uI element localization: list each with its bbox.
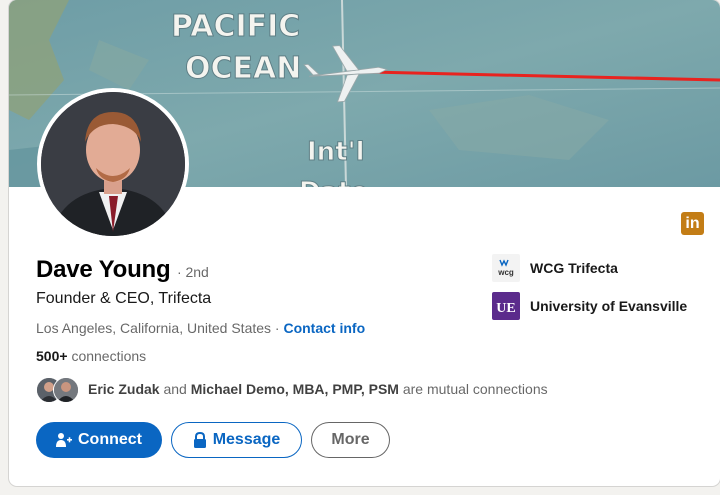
lock-icon <box>193 432 207 448</box>
mutual-suffix: are mutual connections <box>402 381 548 397</box>
more-label: More <box>331 431 370 448</box>
mutual-avatar-2 <box>53 377 79 403</box>
location-line: Los Angeles, California, United States ·… <box>36 320 365 336</box>
profile-photo-image <box>41 92 185 236</box>
banner-dateline-text-2: Date <box>299 177 368 187</box>
mutual-connections[interactable]: Eric Zudak and Michael Demo, MBA, PMP, P… <box>36 376 548 403</box>
org-item-ue[interactable]: UE University of Evansville <box>492 291 687 321</box>
mutual-person-2: Michael Demo, MBA, PMP, PSM <box>190 381 399 397</box>
svg-text:UE: UE <box>496 301 515 316</box>
profile-actions: Connect Message More <box>36 422 390 458</box>
org-name-wcg: WCG Trifecta <box>530 260 618 276</box>
org-name-ue: University of Evansville <box>530 298 688 314</box>
contact-info-link[interactable]: Contact info <box>283 320 365 336</box>
connection-degree: · 2nd <box>176 264 209 280</box>
name-row: Dave Young · 2nd <box>36 256 209 284</box>
mutual-person-1: Eric Zudak <box>88 381 160 397</box>
mutual-avatars <box>36 376 80 403</box>
org-item-wcg[interactable]: wcg WCG Trifecta <box>492 253 687 283</box>
connections-label: connections <box>71 348 147 364</box>
organizations-list: wcg WCG Trifecta UE University of Evansv… <box>492 253 687 329</box>
profile-photo[interactable] <box>37 88 189 240</box>
wcg-logo: wcg <box>492 254 520 282</box>
connect-label: Connect <box>78 431 142 448</box>
banner-ocean-text: PACIFIC <box>171 9 300 44</box>
linkedin-icon[interactable]: in <box>681 212 704 235</box>
connections-number: 500+ <box>36 348 68 364</box>
add-person-icon <box>56 432 72 448</box>
message-button[interactable]: Message <box>171 422 302 458</box>
profile-location: Los Angeles, California, United States · <box>36 320 280 336</box>
svg-text:wcg: wcg <box>497 268 514 277</box>
banner-dateline-text: Int'l <box>307 137 364 167</box>
more-button[interactable]: More <box>311 422 390 458</box>
connect-button[interactable]: Connect <box>36 422 162 458</box>
message-label: Message <box>212 431 281 448</box>
profile-card: PACIFIC OCEAN Int'l Date in Dave Young ·… <box>9 0 720 486</box>
profile-headline: Founder & CEO, Trifecta <box>36 290 212 307</box>
ue-logo: UE <box>492 292 520 320</box>
connections-count[interactable]: 500+ connections <box>36 348 146 364</box>
profile-name: Dave Young <box>36 256 171 283</box>
banner-ocean-text-2: OCEAN <box>185 51 301 86</box>
mutual-joiner: and <box>163 381 187 397</box>
